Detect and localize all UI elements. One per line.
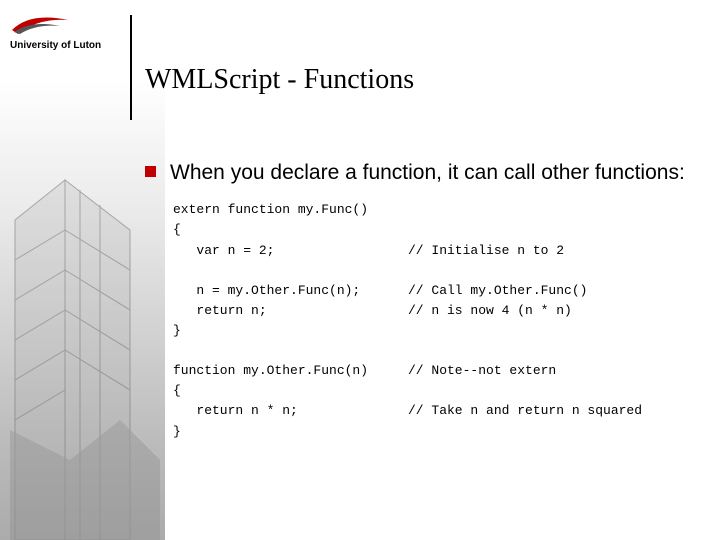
code-text: }: [173, 422, 408, 442]
code-line: {: [173, 220, 695, 240]
code-line: return n * n;// Take n and return n squa…: [173, 401, 695, 421]
code-text: return n;: [173, 301, 408, 321]
code-block: extern function my.Func(){ var n = 2;// …: [173, 200, 695, 441]
code-line: n = my.Other.Func(n);// Call my.Other.Fu…: [173, 281, 695, 301]
code-text: return n * n;: [173, 401, 408, 421]
code-text: {: [173, 220, 408, 240]
slide-body: When you declare a function, it can call…: [145, 160, 695, 442]
code-comment: // Initialise n to 2: [408, 241, 695, 261]
code-line: {: [173, 381, 695, 401]
code-text: {: [173, 381, 408, 401]
code-line: extern function my.Func(): [173, 200, 695, 220]
code-line: function my.Other.Func(n)// Note--not ex…: [173, 361, 695, 381]
bullet-text: When you declare a function, it can call…: [170, 160, 685, 186]
code-blank-line: [173, 341, 695, 361]
code-line: }: [173, 422, 695, 442]
code-text: n = my.Other.Func(n);: [173, 281, 408, 301]
background-building-silhouette: [10, 120, 160, 540]
code-comment: // Call my.Other.Func(): [408, 281, 695, 301]
code-comment: // Note--not extern: [408, 361, 695, 381]
code-text: extern function my.Func(): [173, 200, 408, 220]
code-line: var n = 2;// Initialise n to 2: [173, 241, 695, 261]
title-divider: [130, 15, 132, 120]
logo-swoosh-icon: [10, 14, 70, 36]
bullet-item: When you declare a function, it can call…: [145, 160, 695, 186]
code-blank-line: [173, 261, 695, 281]
code-text: function my.Other.Func(n): [173, 361, 408, 381]
logo-text: University of Luton: [10, 40, 101, 51]
code-line: return n;// n is now 4 (n * n): [173, 301, 695, 321]
code-text: var n = 2;: [173, 241, 408, 261]
code-comment: // n is now 4 (n * n): [408, 301, 695, 321]
slide-title: WMLScript - Functions: [145, 64, 414, 96]
code-text: }: [173, 321, 408, 341]
bullet-square-icon: [145, 166, 156, 177]
code-line: }: [173, 321, 695, 341]
code-comment: // Take n and return n squared: [408, 401, 695, 421]
university-logo: University of Luton: [10, 14, 101, 51]
